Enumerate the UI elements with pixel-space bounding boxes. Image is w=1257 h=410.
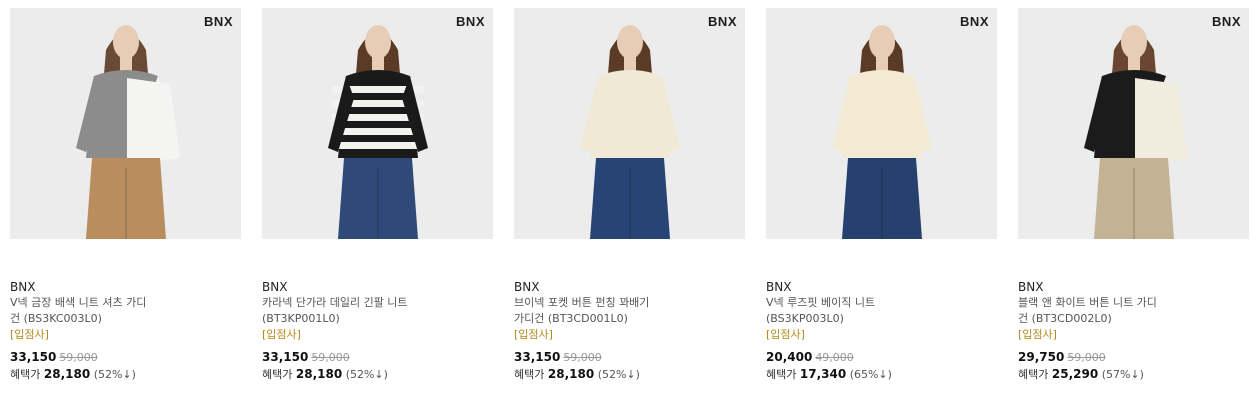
original-price: 59,000 <box>59 351 98 364</box>
discount-rate: (52%↓) <box>597 368 640 381</box>
benefit-label: 혜택가 <box>262 368 293 381</box>
benefit-price: 25,290 <box>1051 367 1099 381</box>
benefit-price: 28,180 <box>295 367 343 381</box>
sale-price: 33,150 <box>514 350 561 364</box>
shop-badge: [입점사] <box>10 328 49 341</box>
sale-price: 33,150 <box>10 350 57 364</box>
benefit-price-row: 혜택가 28,180 (52%↓) <box>262 366 493 383</box>
brand-logo: BNX <box>708 14 737 29</box>
product-brand[interactable]: BNX <box>514 280 745 295</box>
product-card[interactable]: BNX BNX V넥 금장 배색 니트 셔츠 가디 건 (BS3KC003L0)… <box>10 8 241 383</box>
model-photo <box>514 8 745 239</box>
product-name-line1: 블랙 앤 화이트 버튼 니트 가디 <box>1018 296 1157 309</box>
product-grid: BNX BNX V넥 금장 배색 니트 셔츠 가디 건 (BS3KC003L0)… <box>0 0 1257 410</box>
product-name-line1: V넥 금장 배색 니트 셔츠 가디 <box>10 296 147 309</box>
model-photo <box>766 8 997 239</box>
product-card[interactable]: BNX BNX 블랙 앤 화이트 버튼 니트 가디 건 (BT3CD002L0)… <box>1018 8 1249 383</box>
benefit-price: 28,180 <box>43 367 91 381</box>
product-name-line2: 건 (BT3CD002L0) <box>1018 312 1112 325</box>
product-card[interactable]: BNX BNX 카라넥 단가라 데일리 긴팔 니트 (BT3KP001L0) [… <box>262 8 493 383</box>
original-price: 49,000 <box>815 351 854 364</box>
product-name-line1: 카라넥 단가라 데일리 긴팔 니트 <box>262 296 408 309</box>
product-name[interactable]: 브이넥 포켓 버튼 펀칭 꽈배기 가디건 (BT3CD001L0) <box>514 295 745 327</box>
original-price: 59,000 <box>1067 351 1106 364</box>
product-brand[interactable]: BNX <box>10 280 241 295</box>
benefit-label: 혜택가 <box>10 368 41 381</box>
benefit-price: 28,180 <box>547 367 595 381</box>
brand-logo: BNX <box>960 14 989 29</box>
product-name-line2: 가디건 (BT3CD001L0) <box>514 312 628 325</box>
shop-badge: [입점사] <box>262 328 301 341</box>
product-card[interactable]: BNX BNX 브이넥 포켓 버튼 펀칭 꽈배기 가디건 (BT3CD001L0… <box>514 8 745 383</box>
original-price: 59,000 <box>563 351 602 364</box>
benefit-price: 17,340 <box>799 367 847 381</box>
sale-price: 33,150 <box>262 350 309 364</box>
shop-badge: [입점사] <box>514 328 553 341</box>
shop-badge: [입점사] <box>766 328 805 341</box>
product-brand[interactable]: BNX <box>262 280 493 295</box>
product-image[interactable]: BNX <box>10 8 241 239</box>
benefit-label: 혜택가 <box>1018 368 1049 381</box>
product-name-line2: (BS3KP003L0) <box>766 312 844 325</box>
benefit-price-row: 혜택가 28,180 (52%↓) <box>10 366 241 383</box>
brand-logo: BNX <box>1212 14 1241 29</box>
product-image[interactable]: BNX <box>766 8 997 239</box>
discount-rate: (65%↓) <box>849 368 892 381</box>
model-photo <box>1018 8 1249 239</box>
discount-rate: (52%↓) <box>345 368 388 381</box>
product-image[interactable]: BNX <box>514 8 745 239</box>
product-name-line1: 브이넥 포켓 버튼 펀칭 꽈배기 <box>514 296 650 309</box>
discount-rate: (57%↓) <box>1101 368 1144 381</box>
model-photo <box>262 8 493 239</box>
product-name-line1: V넥 루즈핏 베이직 니트 <box>766 296 876 309</box>
discount-rate: (52%↓) <box>93 368 136 381</box>
product-name[interactable]: V넥 루즈핏 베이직 니트 (BS3KP003L0) <box>766 295 997 327</box>
product-name[interactable]: V넥 금장 배색 니트 셔츠 가디 건 (BS3KC003L0) <box>10 295 241 327</box>
product-name-line2: (BT3KP001L0) <box>262 312 340 325</box>
product-card[interactable]: BNX BNX V넥 루즈핏 베이직 니트 (BS3KP003L0) [입점사]… <box>766 8 997 383</box>
product-name[interactable]: 블랙 앤 화이트 버튼 니트 가디 건 (BT3CD002L0) <box>1018 295 1249 327</box>
original-price: 59,000 <box>311 351 350 364</box>
product-image[interactable]: BNX <box>1018 8 1249 239</box>
sale-price: 29,750 <box>1018 350 1065 364</box>
product-name-line2: 건 (BS3KC003L0) <box>10 312 102 325</box>
model-photo <box>10 8 241 239</box>
brand-logo: BNX <box>204 14 233 29</box>
product-name[interactable]: 카라넥 단가라 데일리 긴팔 니트 (BT3KP001L0) <box>262 295 493 327</box>
brand-logo: BNX <box>456 14 485 29</box>
product-brand[interactable]: BNX <box>1018 280 1249 295</box>
sale-price: 20,400 <box>766 350 813 364</box>
benefit-price-row: 혜택가 17,340 (65%↓) <box>766 366 997 383</box>
benefit-label: 혜택가 <box>766 368 797 381</box>
benefit-price-row: 혜택가 25,290 (57%↓) <box>1018 366 1249 383</box>
product-brand[interactable]: BNX <box>766 280 997 295</box>
product-image[interactable]: BNX <box>262 8 493 239</box>
shop-badge: [입점사] <box>1018 328 1057 341</box>
benefit-label: 혜택가 <box>514 368 545 381</box>
benefit-price-row: 혜택가 28,180 (52%↓) <box>514 366 745 383</box>
